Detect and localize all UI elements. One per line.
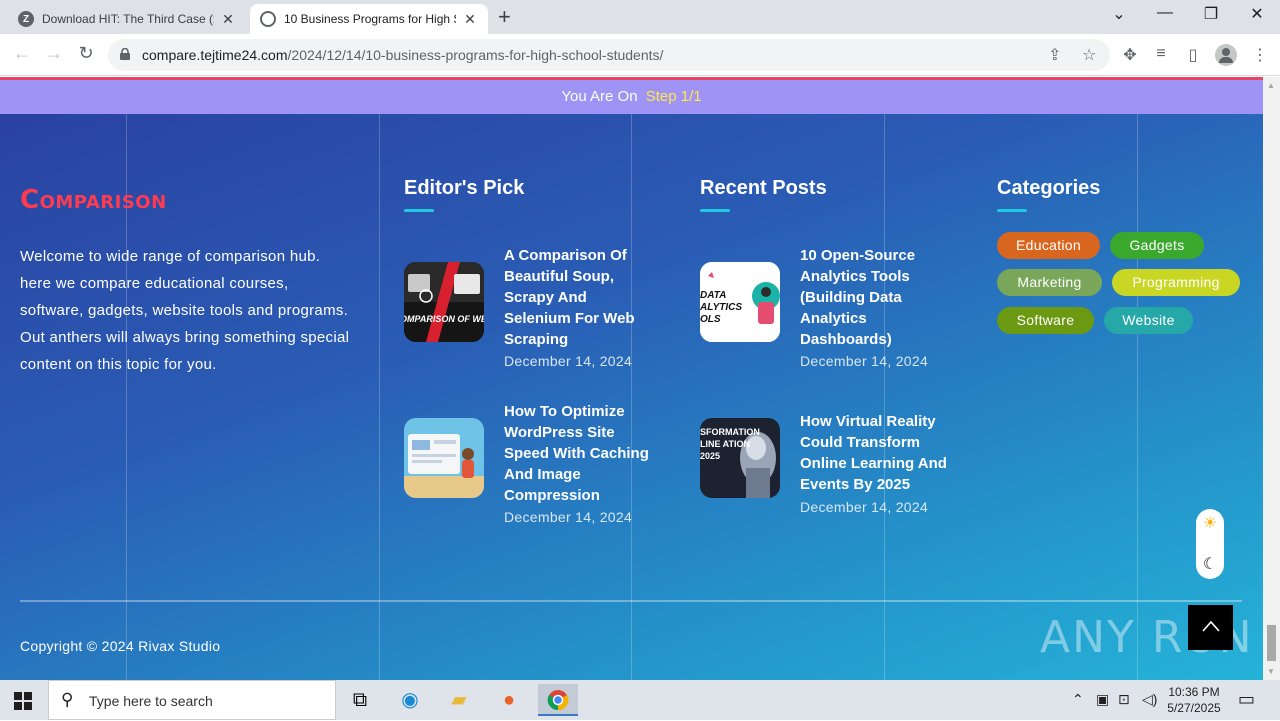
category-software[interactable]: Software [997,307,1094,334]
post-thumbnail[interactable] [404,418,484,498]
firefox-icon[interactable]: ● [489,684,529,716]
thumbnail-caption: DATA ALYTICS OLS [700,290,743,325]
new-tab-plus-icon[interactable]: + [498,6,511,28]
browser-tab-strip: Z Download HIT: The Third Case (2 ✕ 10 B… [0,0,1280,34]
url-text[interactable]: compare.tejtime24.com/2024/12/14/10-busi… [142,47,663,63]
close-tab-icon[interactable]: ✕ [220,11,236,28]
category-education[interactable]: Education [997,232,1100,259]
about-text: Welcome to wide range of comparison hub.… [20,248,350,373]
moon-icon[interactable]: ☾ [1200,555,1220,575]
post-date: December 14, 2024 [504,353,633,369]
grid-line [379,114,380,680]
extensions-puzzle-icon[interactable]: ✥ [1120,45,1140,65]
zoom-favicon-icon: Z [18,11,34,27]
taskbar-search-box[interactable]: ⚲ Type here to search [48,680,336,720]
post-date: December 14, 2024 [800,353,929,369]
post-title[interactable]: A Comparison Of Beautiful Soup, Scrapy A… [504,245,654,350]
task-view-icon[interactable]: ⧉ [340,684,380,716]
category-website[interactable]: Website [1104,307,1193,334]
search-icon: ⚲ [61,690,74,709]
thumbnail-caption: SFORMATION LINE ATION 2025 [700,427,760,461]
sun-icon[interactable]: ☀ [1200,514,1220,534]
media-queue-icon[interactable]: ≡ [1151,45,1171,63]
windows-taskbar: ⚲ Type here to search ⧉ ◉ ▰ ● ⌃ ▣ ⊡ ◁) 1… [0,680,1280,720]
thumbnail-caption: OMPARISON OF WE SCRAPER [404,314,484,324]
file-explorer-icon[interactable]: ▰ [439,684,479,716]
post-title[interactable]: How Virtual Reality Could Transform Onli… [800,411,960,495]
back-arrow-icon[interactable]: ← [10,43,34,64]
profile-avatar-icon[interactable] [1215,44,1237,66]
scroll-to-top-button[interactable] [1188,605,1233,650]
category-gadgets[interactable]: Gadgets [1110,232,1204,259]
site-logo[interactable]: Comparison [20,185,167,215]
network-icon[interactable]: ⊡ [1118,691,1130,708]
search-placeholder: Type here to search [89,693,213,709]
post-title[interactable]: How To Optimize WordPress Site Speed Wit… [504,401,654,506]
taskbar-clock[interactable]: 10:36 PM 5/27/2025 [1166,684,1222,716]
reload-icon[interactable]: ↻ [74,43,98,64]
grid-line [631,114,632,680]
edge-browser-icon[interactable]: ◉ [390,684,430,716]
scroll-up-arrow-icon[interactable]: ▲ [1267,81,1275,90]
step-prefix: You Are On [561,88,638,105]
share-icon[interactable]: ⇪ [1048,45,1061,65]
kebab-menu-icon[interactable]: ⋮ [1250,45,1270,65]
footer-divider [20,600,1242,602]
heading-underline [404,209,434,212]
post-thumbnail[interactable]: OMPARISON OF WE SCRAPER [404,262,484,342]
categories-heading: Categories [997,177,1100,212]
page-scrollbar[interactable]: ▲ ▼ [1263,77,1280,680]
tab-title: Download HIT: The Third Case (2 [42,12,214,26]
arrow-up-icon [1201,620,1220,632]
heading-underline [700,209,730,212]
scrollbar-thumb[interactable] [1267,625,1276,661]
volume-icon[interactable]: ◁) [1142,691,1157,708]
post-thumbnail[interactable]: DATA ALYTICS OLS [700,262,780,342]
minimize-icon[interactable]: — [1142,4,1188,22]
tab-title: 10 Business Programs for High S [284,12,456,26]
url-path: /2024/12/14/10-business-programs-for-hig… [287,47,664,63]
browser-tab-download-hit[interactable]: Z Download HIT: The Third Case (2 ✕ [8,4,246,34]
post-date: December 14, 2024 [504,509,633,525]
side-panel-icon[interactable]: ▯ [1183,45,1203,65]
post-thumbnail[interactable]: SFORMATION LINE ATION 2025 [700,418,780,498]
theme-toggle[interactable]: ☀ ☾ [1196,509,1224,579]
window-close-icon[interactable]: ✕ [1234,4,1280,24]
tab-search-chevron-icon[interactable]: ⌄ [1096,4,1142,24]
recent-posts-heading: Recent Posts [700,177,827,212]
step-indicator: Step 1/1 [645,88,702,105]
close-tab-icon[interactable]: ✕ [462,11,478,28]
browser-tab-business-programs[interactable]: 10 Business Programs for High S ✕ [250,4,488,34]
globe-favicon-icon [260,11,276,27]
editors-pick-heading: Editor's Pick [404,177,524,212]
post-date: December 14, 2024 [800,499,929,515]
post-title[interactable]: 10 Open-Source Analytics Tools (Building… [800,245,950,350]
restore-icon[interactable]: ❐ [1188,4,1234,24]
windows-start-icon[interactable] [14,692,32,710]
address-bar[interactable]: compare.tejtime24.com/2024/12/14/10-busi… [108,39,1110,71]
forward-arrow-icon[interactable]: → [42,43,66,64]
clock-time: 10:36 PM [1168,685,1220,699]
grid-line [1137,114,1138,680]
scroll-down-arrow-icon[interactable]: ▼ [1267,667,1275,676]
tray-chevron-up-icon[interactable]: ⌃ [1072,691,1084,708]
browser-toolbar: ← → ↻ compare.tejtime24.com/2024/12/14/1… [0,34,1280,76]
bookmark-star-icon[interactable]: ☆ [1082,45,1096,65]
grid-line [884,114,885,680]
category-marketing[interactable]: Marketing [997,269,1102,296]
chrome-icon[interactable] [538,684,578,716]
tray-device-icon[interactable]: ▣ [1096,691,1109,708]
copyright-text: Copyright © 2024 Rivax Studio [20,638,221,654]
heading-underline [997,209,1027,212]
clock-date: 5/27/2025 [1167,701,1221,715]
lock-icon [120,48,130,60]
category-programming[interactable]: Programming [1112,269,1240,296]
page-footer-section: You Are On Step 1/1 Comparison Welcome t… [0,77,1263,680]
step-progress-bar: You Are On Step 1/1 [0,77,1263,114]
notifications-icon[interactable]: ▭ [1238,689,1255,710]
url-host: compare.tejtime24.com [142,47,288,63]
